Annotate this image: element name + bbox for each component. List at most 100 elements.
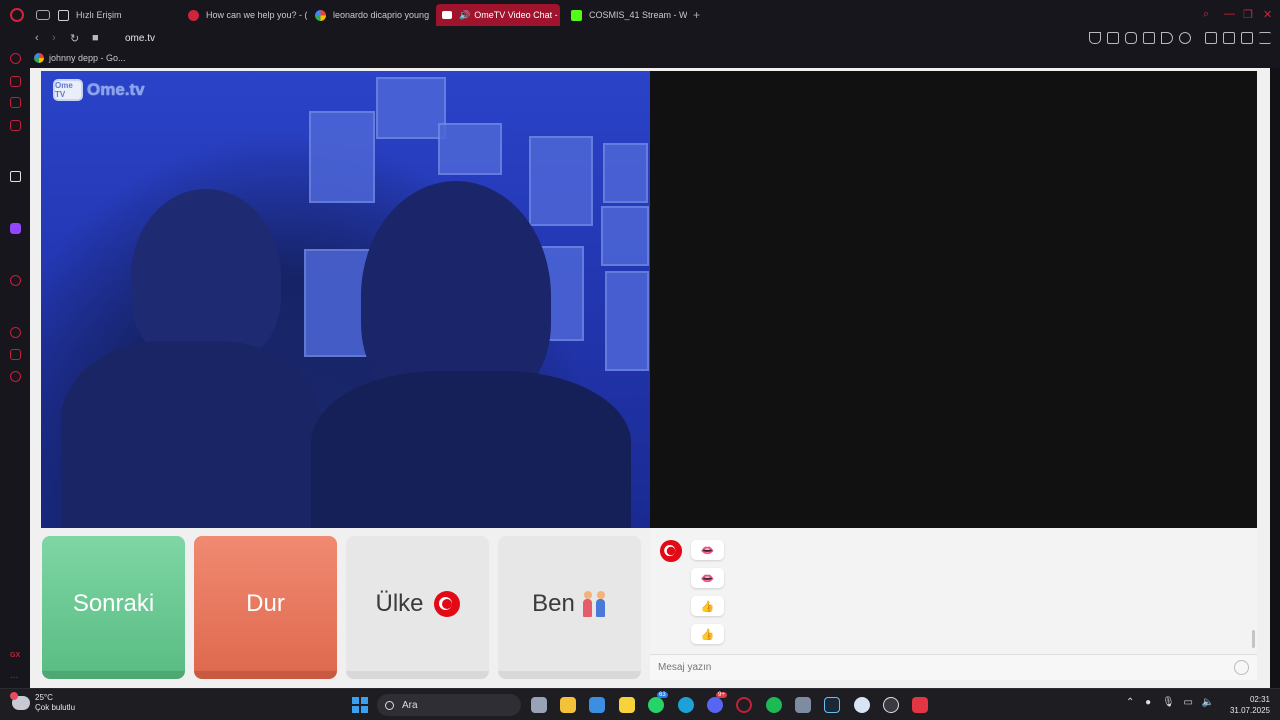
next-button-label: Sonraki	[72, 589, 155, 617]
gx-corner-icon[interactable]	[10, 171, 21, 182]
obs-icon[interactable]	[883, 697, 899, 713]
gender-button[interactable]: Ben	[498, 536, 641, 679]
microphone-icon[interactable]: 🎙	[1162, 697, 1175, 708]
edge-icon[interactable]	[678, 697, 694, 713]
heart-icon[interactable]	[1179, 32, 1191, 44]
ometv-badge-icon: Ome TV	[53, 79, 83, 101]
tab-ometv[interactable]: 🔊 OmeTV Video Chat -	[436, 4, 560, 26]
tab-switcher-icon[interactable]	[36, 10, 50, 20]
person-left-head	[131, 189, 281, 364]
gx-control-icon[interactable]	[10, 76, 21, 87]
tab-label: leonardo dicaprio young	[333, 10, 430, 20]
search-tabs-icon[interactable]: ⌕	[1203, 8, 1209, 21]
display-icon[interactable]: ▭	[1183, 697, 1192, 708]
volume-icon[interactable]: 🔈	[1202, 697, 1214, 708]
spotify-icon[interactable]	[766, 697, 782, 713]
ometv-page: Ome TV Ome.tv Sonraki Dur Ülke Ben 👄 👄 👍…	[30, 68, 1270, 688]
discord-badge: 9+	[716, 692, 727, 698]
stop-button[interactable]: Dur	[194, 536, 337, 679]
weather-widget[interactable]: 25°C Çok bulutlu	[10, 692, 75, 713]
task-view-icon[interactable]	[531, 697, 547, 713]
chat-scrollbar[interactable]	[1252, 630, 1255, 648]
settings-gear-icon[interactable]	[10, 371, 21, 382]
extensions-puzzle-icon[interactable]	[1205, 32, 1217, 44]
gx-cleaner-icon[interactable]	[10, 97, 21, 108]
back-icon[interactable]: ‹	[35, 32, 39, 44]
tab-quick-access[interactable]: Hızlı Erişim	[52, 4, 177, 26]
discord-icon[interactable]	[707, 697, 723, 713]
steam-icon[interactable]	[824, 697, 840, 713]
twitch-icon[interactable]	[10, 223, 21, 234]
emoji-icon[interactable]	[1234, 660, 1249, 675]
new-tab-plus-icon[interactable]: +	[693, 8, 700, 22]
tab-google-search[interactable]: leonardo dicaprio young	[309, 4, 434, 26]
pin-icon[interactable]	[1089, 32, 1101, 44]
recorder-icon[interactable]	[912, 697, 928, 713]
more-icon[interactable]: ...	[10, 670, 18, 681]
google-icon	[34, 53, 44, 63]
windows-start-icon[interactable]	[352, 697, 368, 713]
vpn-icon[interactable]	[854, 697, 870, 713]
person-right-body	[311, 371, 631, 528]
wall-poster	[603, 143, 648, 203]
tab-help[interactable]: How can we help you? - (	[182, 4, 307, 26]
app-tray-icon[interactable]: ●	[1145, 697, 1151, 708]
sticky-notes-icon[interactable]	[619, 697, 635, 713]
app-icon[interactable]	[795, 697, 811, 713]
grid-icon	[58, 9, 69, 21]
sidebar: GX ...	[0, 30, 30, 688]
tab-label: OmeTV Video Chat -	[474, 10, 558, 20]
share-icon[interactable]	[1223, 32, 1235, 44]
restore-icon[interactable]: ❐	[1243, 8, 1253, 21]
bookmark-item[interactable]: johnny depp - Go...	[34, 53, 126, 63]
menu-icon[interactable]	[1259, 32, 1271, 44]
country-button[interactable]: Ülke	[346, 536, 489, 679]
player-icon[interactable]	[10, 275, 21, 286]
search-icon	[385, 700, 394, 710]
camera-permission-icon[interactable]: ■	[92, 32, 99, 44]
bookmark-label: johnny depp - Go...	[49, 53, 126, 63]
stop-button-label: Dur	[246, 589, 285, 617]
self-video	[650, 71, 1257, 528]
ometv-logo: Ome TV Ome.tv	[53, 79, 145, 101]
mail-icon[interactable]	[10, 120, 21, 131]
message-input[interactable]	[650, 655, 1210, 679]
forward-icon[interactable]: ›	[52, 32, 56, 44]
message-input-area	[650, 654, 1257, 680]
translate-icon[interactable]	[1143, 32, 1155, 44]
download-icon[interactable]	[1241, 32, 1253, 44]
address-bar: ‹ › ↻ ■ ome.tv	[30, 30, 1280, 50]
speaker-icon[interactable]: 🔊	[459, 10, 470, 21]
whatsapp-icon[interactable]	[648, 697, 664, 713]
bookmarks-bar: johnny depp - Go...	[30, 50, 1280, 68]
chat-message: 👍	[691, 624, 724, 644]
person-left-body	[61, 341, 321, 528]
speed-dial-icon[interactable]	[10, 53, 21, 64]
opera-gx-logo-icon[interactable]	[10, 8, 24, 22]
next-button[interactable]: Sonraki	[42, 536, 185, 679]
partner-flag-icon	[659, 539, 683, 563]
system-tray[interactable]: ⌃ ● 🎙 ▭ 🔈	[1126, 697, 1214, 708]
country-button-label: Ülke	[375, 589, 424, 617]
clock[interactable]: 02:31 31.07.2025	[1225, 694, 1270, 716]
play-icon[interactable]	[1161, 32, 1173, 44]
history-icon[interactable]	[10, 327, 21, 338]
tab-label: COSMIS_41 Stream - Wat	[589, 10, 687, 20]
tab-kick-stream[interactable]: COSMIS_41 Stream - Wat	[565, 4, 687, 26]
file-explorer-icon[interactable]	[560, 697, 576, 713]
partner-video: Ome TV Ome.tv	[41, 71, 650, 528]
close-icon[interactable]: ✕	[1263, 8, 1272, 21]
chat-message: 👍	[691, 596, 724, 616]
extensions-icon[interactable]	[10, 349, 21, 360]
url-field[interactable]: ome.tv	[125, 33, 155, 44]
taskbar-search[interactable]: Ara	[377, 694, 521, 716]
shield-icon[interactable]	[1125, 32, 1137, 44]
gender-button-label: Ben	[532, 589, 575, 617]
store-icon[interactable]	[589, 697, 605, 713]
snapshot-icon[interactable]	[1107, 32, 1119, 44]
opera-gx-taskbar-icon[interactable]	[736, 697, 752, 713]
reload-icon[interactable]: ↻	[70, 32, 79, 45]
tab-label: How can we help you? - (	[206, 10, 307, 20]
minimize-icon[interactable]: —	[1224, 8, 1235, 20]
chevron-up-icon[interactable]: ⌃	[1126, 697, 1134, 708]
